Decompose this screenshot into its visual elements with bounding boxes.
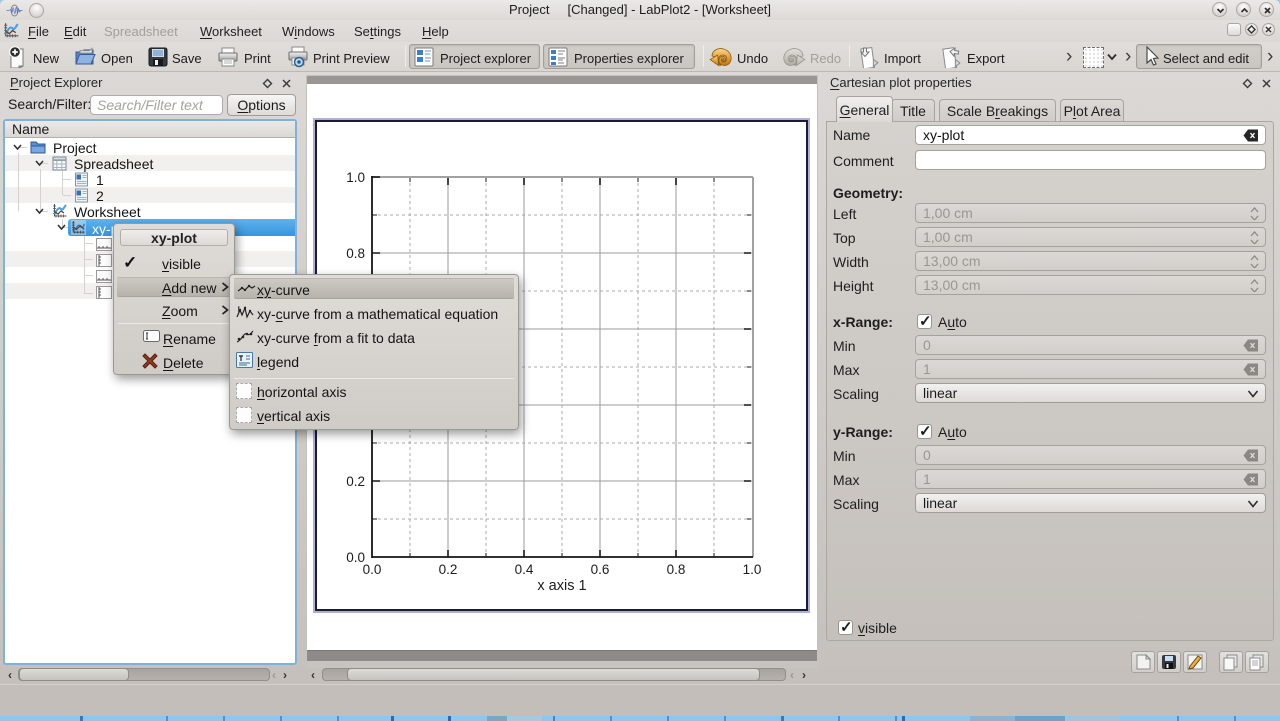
svg-text:0.2: 0.2 — [439, 562, 458, 577]
svg-text:1.0: 1.0 — [743, 562, 762, 577]
svg-text:0.6: 0.6 — [591, 562, 610, 577]
svg-text:0.4: 0.4 — [515, 562, 534, 577]
svg-text:1.0: 1.0 — [346, 170, 365, 185]
svg-text:0.0: 0.0 — [363, 562, 382, 577]
svg-text:0.8: 0.8 — [346, 246, 365, 261]
svg-text:x axis 1: x axis 1 — [537, 578, 586, 594]
svg-text:0.2: 0.2 — [346, 474, 365, 489]
svg-text:0.8: 0.8 — [667, 562, 686, 577]
